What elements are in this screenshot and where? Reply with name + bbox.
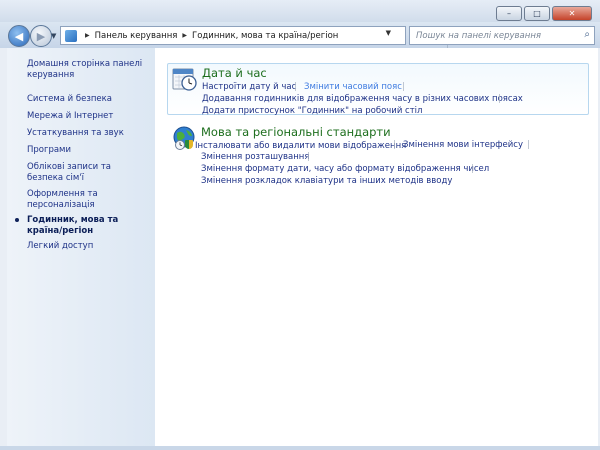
sidebar-item-appearance[interactable]: Оформлення та персоналізація bbox=[27, 189, 149, 211]
address-dropdown-icon[interactable]: ▼ bbox=[386, 29, 391, 37]
link-separator: | bbox=[527, 140, 530, 150]
link-change-time-zone[interactable]: Змінити часовий пояс bbox=[304, 82, 402, 92]
recent-pages-dropdown-icon[interactable]: ▼ bbox=[51, 32, 56, 40]
maximize-button[interactable]: □ bbox=[524, 6, 550, 21]
link-change-display-language[interactable]: Змінення мови інтерфейсу bbox=[403, 140, 523, 150]
control-panel-icon bbox=[65, 29, 77, 42]
category-title-date-time[interactable]: Дата й час bbox=[202, 66, 267, 80]
link-separator: | bbox=[294, 82, 297, 92]
search-icon[interactable]: ⌕ bbox=[584, 29, 590, 40]
sidebar-item-clock-language-region[interactable]: Годинник, мова та країна/регіон bbox=[27, 215, 149, 237]
link-separator: | bbox=[393, 140, 396, 150]
sidebar: Домашня сторінка панелі керування Систем… bbox=[7, 48, 155, 446]
breadcrumb-separator-icon[interactable]: ▶ bbox=[182, 32, 187, 39]
search-placeholder: Пошук на панелі керування bbox=[416, 30, 541, 41]
forward-button[interactable]: ▶ bbox=[30, 25, 52, 47]
category-title-region-language[interactable]: Мова та регіональні стандарти bbox=[201, 125, 391, 139]
clock-icon bbox=[172, 68, 197, 91]
breadcrumb-separator-icon[interactable]: ▶ bbox=[85, 32, 90, 39]
link-change-location[interactable]: Змінення розташування bbox=[201, 152, 309, 162]
back-button[interactable]: ◀ bbox=[8, 25, 30, 47]
control-panel-window: – □ ✕ ◀ ▶ ▼ ▶ Панель керування ▶ Годинни… bbox=[0, 0, 600, 450]
link-change-keyboards[interactable]: Змінення розкладок клавіатури та інших м… bbox=[201, 176, 452, 186]
window-bottom-border bbox=[0, 446, 600, 450]
link-change-date-number-formats[interactable]: Змінення формату дати, часу або формату … bbox=[201, 164, 489, 174]
link-add-clock-gadget[interactable]: Додати пристосунок "Годинник" на робочий… bbox=[202, 106, 422, 116]
title-bar: – □ ✕ bbox=[0, 0, 600, 24]
link-set-date-time[interactable]: Настроїти дату й час bbox=[202, 82, 296, 92]
category-date-time: Дата й час Настроїти дату й час | Змінит… bbox=[167, 63, 589, 116]
main-content: Дата й час Настроїти дату й час | Змінит… bbox=[155, 48, 598, 446]
sidebar-item-hardware-sound[interactable]: Устаткування та звук bbox=[27, 128, 149, 139]
breadcrumb-current[interactable]: Годинник, мова та країна/регіон bbox=[192, 31, 338, 41]
forward-arrow-icon: ▶ bbox=[36, 29, 46, 43]
uac-shield-icon bbox=[185, 140, 193, 149]
address-bar[interactable]: ▶ Панель керування ▶ Годинник, мова та к… bbox=[60, 26, 461, 48]
link-separator: | bbox=[402, 82, 405, 92]
sidebar-item-system-security[interactable]: Система й безпека bbox=[27, 94, 149, 105]
navigation-bar: ◀ ▶ ▼ ▶ Панель керування ▶ Годинник, мов… bbox=[0, 22, 600, 48]
sidebar-item-network[interactable]: Мережа й Інтернет bbox=[27, 111, 149, 122]
link-install-display-languages-label: Інсталювати або видалити мови відображен… bbox=[195, 141, 407, 151]
breadcrumb-control-panel[interactable]: Панель керування bbox=[95, 31, 178, 41]
link-add-clocks[interactable]: Додавання годинників для відображення ча… bbox=[202, 94, 523, 104]
minimize-button[interactable]: – bbox=[496, 6, 522, 21]
sidebar-item-ease-of-access[interactable]: Легкий доступ bbox=[27, 241, 149, 252]
sidebar-item-home[interactable]: Домашня сторінка панелі керування bbox=[27, 59, 149, 81]
close-button[interactable]: ✕ bbox=[552, 6, 592, 21]
back-arrow-icon: ◀ bbox=[14, 29, 24, 43]
active-item-bullet bbox=[15, 218, 19, 222]
link-separator: | bbox=[307, 152, 310, 162]
sidebar-item-programs[interactable]: Програми bbox=[27, 145, 149, 156]
link-separator: | bbox=[471, 164, 474, 174]
category-region-language: Мова та регіональні стандарти Інсталюват… bbox=[167, 123, 587, 198]
link-separator: | bbox=[498, 94, 501, 104]
search-input[interactable]: Пошук на панелі керування ⌕ bbox=[409, 26, 595, 45]
link-install-display-languages[interactable]: Інсталювати або видалити мови відображен… bbox=[185, 140, 406, 151]
sidebar-item-user-accounts[interactable]: Облікові записи та безпека сім'ї bbox=[27, 162, 149, 184]
